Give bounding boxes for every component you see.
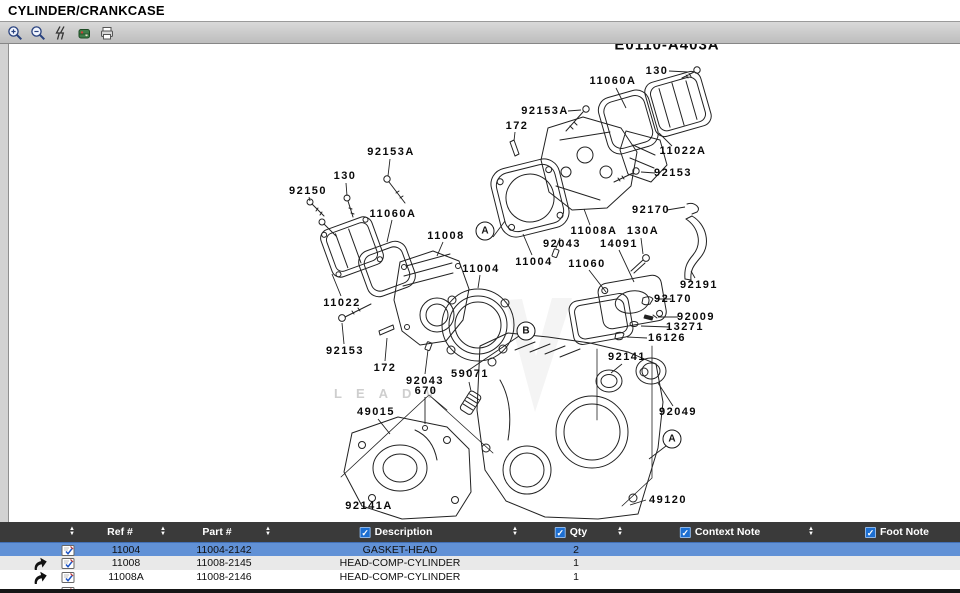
sort-button[interactable]: ▲▼ bbox=[265, 522, 271, 542]
flash-button[interactable] bbox=[52, 24, 69, 41]
cell-part: 11004-2142 bbox=[196, 544, 251, 556]
cell-qty: 1 bbox=[573, 571, 579, 583]
part-label-11022A[interactable]: 11022A bbox=[660, 145, 707, 157]
parts-catalog-window: { "window": { "title": "CYLINDER/CRANKCA… bbox=[0, 0, 960, 593]
zoom-out-icon bbox=[30, 25, 46, 41]
cell-ref: 11004 bbox=[112, 544, 140, 556]
open-diagram-arrow-button[interactable] bbox=[32, 570, 48, 584]
zoom-in-icon bbox=[7, 25, 23, 41]
part-label-92043[interactable]: 92043 bbox=[543, 238, 581, 250]
part-label-172[interactable]: 172 bbox=[506, 120, 529, 132]
part-label-92150[interactable]: 92150 bbox=[289, 185, 327, 197]
flash-icon bbox=[53, 25, 69, 41]
callout-B: B bbox=[517, 322, 536, 341]
column-checkbox[interactable]: ✓ bbox=[865, 527, 876, 538]
part-label-130[interactable]: 130 bbox=[334, 170, 357, 182]
hotspots-button[interactable] bbox=[75, 24, 92, 41]
part-label-92191[interactable]: 92191 bbox=[680, 279, 718, 291]
part-label-670[interactable]: 670 bbox=[415, 385, 438, 397]
part-label-11060A[interactable]: 11060A bbox=[590, 75, 637, 87]
edit-row-button[interactable] bbox=[62, 570, 75, 584]
part-label-11008A[interactable]: 11008A bbox=[571, 225, 618, 237]
table-header: ▲▼ Ref # ▲▼ Part # ▲▼ ✓Description ▲▼ ✓Q… bbox=[0, 522, 960, 542]
sort-button[interactable]: ▲▼ bbox=[69, 522, 75, 542]
cell-description: GASKET-HEAD bbox=[363, 544, 438, 556]
parts-table: ▲▼ Ref # ▲▼ Part # ▲▼ ✓Description ▲▼ ✓Q… bbox=[0, 522, 960, 593]
part-label-11004[interactable]: 11004 bbox=[515, 256, 552, 268]
diagram-code: E0110-A403A bbox=[614, 44, 719, 54]
part-label-172[interactable]: 172 bbox=[374, 362, 397, 374]
zoom-in-button[interactable] bbox=[6, 24, 23, 41]
hotspots-icon bbox=[76, 25, 92, 41]
column-header-context-note[interactable]: ✓Context Note bbox=[680, 522, 760, 542]
cell-description: HEAD-COMP-CYLINDER bbox=[340, 571, 461, 583]
part-label-92170[interactable]: 92170 bbox=[654, 293, 692, 305]
column-header-ref[interactable]: Ref # bbox=[107, 522, 133, 542]
cell-qty: 2 bbox=[573, 544, 579, 556]
print-button[interactable] bbox=[98, 24, 115, 41]
edit-row-button[interactable] bbox=[62, 543, 75, 557]
column-header-part[interactable]: Part # bbox=[202, 522, 231, 542]
part-label-49015[interactable]: 49015 bbox=[357, 406, 395, 418]
cell-qty: 1 bbox=[573, 557, 579, 569]
column-header-qty[interactable]: ✓Qty bbox=[555, 522, 588, 542]
part-label-92141A[interactable]: 92141A bbox=[345, 500, 393, 512]
part-label-92153A[interactable]: 92153A bbox=[367, 146, 415, 158]
part-label-130[interactable]: 130 bbox=[646, 65, 669, 77]
sort-button[interactable]: ▲▼ bbox=[512, 522, 518, 542]
table-row-11008A[interactable]: 11008A 11008-2146 HEAD-COMP-CYLINDER 1 bbox=[0, 570, 960, 584]
part-label-92153A[interactable]: 92153A bbox=[521, 105, 569, 117]
part-label-11022[interactable]: 11022 bbox=[323, 297, 360, 309]
exploded-diagram-art bbox=[0, 44, 960, 522]
cell-description: HEAD-COMP-CYLINDER bbox=[340, 557, 461, 569]
sort-button[interactable]: ▲▼ bbox=[617, 522, 623, 542]
left-gutter bbox=[0, 44, 9, 522]
column-header-description[interactable]: ✓Description bbox=[360, 522, 433, 542]
zoom-out-button[interactable] bbox=[29, 24, 46, 41]
column-header-foot-note[interactable]: ✓Foot Note bbox=[865, 522, 929, 542]
part-label-92141[interactable]: 92141 bbox=[608, 351, 646, 363]
column-checkbox[interactable]: ✓ bbox=[360, 527, 371, 538]
column-checkbox[interactable]: ✓ bbox=[680, 527, 691, 538]
bottom-edge-bar bbox=[0, 589, 960, 593]
part-label-92153[interactable]: 92153 bbox=[654, 167, 692, 179]
open-diagram-arrow-button[interactable] bbox=[32, 556, 48, 570]
edit-row-button[interactable] bbox=[62, 556, 75, 570]
cell-part: 11008-2146 bbox=[196, 571, 251, 583]
watermark-logo bbox=[505, 298, 572, 412]
sort-button[interactable]: ▲▼ bbox=[160, 522, 166, 542]
part-label-92049[interactable]: 92049 bbox=[659, 406, 697, 418]
part-label-59071[interactable]: 59071 bbox=[451, 368, 489, 380]
callout-A: A bbox=[476, 222, 495, 241]
cell-ref: 11008A bbox=[108, 571, 143, 583]
print-icon bbox=[99, 25, 115, 41]
part-label-49120[interactable]: 49120 bbox=[649, 494, 687, 506]
part-label-92153[interactable]: 92153 bbox=[326, 345, 364, 357]
toolbar bbox=[0, 22, 960, 44]
sort-button[interactable]: ▲▼ bbox=[808, 522, 814, 542]
cell-ref: 11008 bbox=[112, 557, 140, 569]
row-edit-icon bbox=[62, 571, 75, 584]
row-edit-icon bbox=[62, 557, 75, 570]
cell-part: 11008-2145 bbox=[196, 557, 251, 569]
row-edit-icon bbox=[62, 544, 75, 557]
part-label-14091[interactable]: 14091 bbox=[600, 238, 638, 250]
part-label-11060A[interactable]: 11060A bbox=[370, 208, 417, 220]
row-link-arrow-icon bbox=[31, 569, 49, 585]
table-row-11004[interactable]: 11004 11004-2142 GASKET-HEAD 2 bbox=[0, 542, 960, 556]
part-label-16126[interactable]: 16126 bbox=[648, 332, 686, 344]
column-checkbox[interactable]: ✓ bbox=[555, 527, 566, 538]
part-label-11008[interactable]: 11008 bbox=[427, 230, 464, 242]
part-label-11060[interactable]: 11060 bbox=[568, 258, 605, 270]
callout-A: A bbox=[663, 430, 682, 449]
exploded-diagram-area[interactable]: LEADV E0110-A403A 13011060A92153A1721102… bbox=[0, 44, 960, 522]
part-label-92170[interactable]: 92170 bbox=[632, 204, 670, 216]
table-row-11008[interactable]: 11008 11008-2145 HEAD-COMP-CYLINDER 1 bbox=[0, 556, 960, 570]
page-title: CYLINDER/CRANKCASE bbox=[8, 3, 165, 18]
part-label-130A[interactable]: 130A bbox=[627, 225, 659, 237]
title-bar: CYLINDER/CRANKCASE bbox=[0, 0, 960, 22]
part-label-11004[interactable]: 11004 bbox=[462, 263, 499, 275]
